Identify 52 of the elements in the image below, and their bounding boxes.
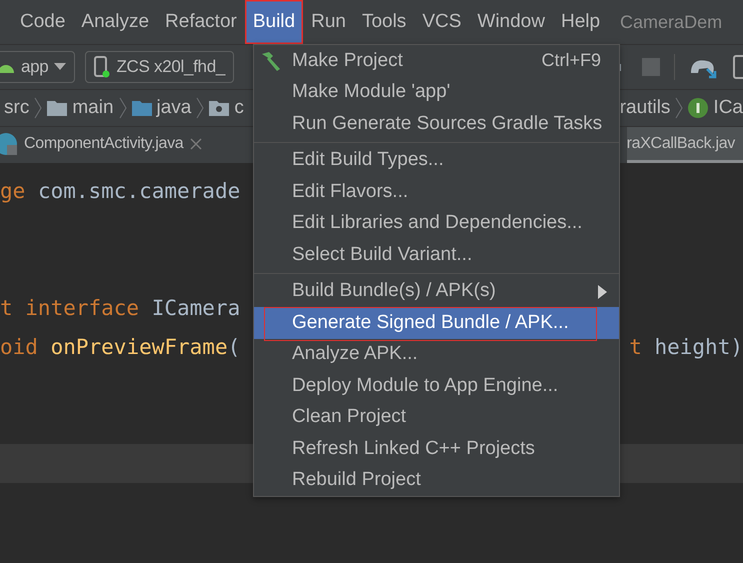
code-text: t interface ICamera xyxy=(0,296,240,320)
close-icon[interactable] xyxy=(189,136,204,150)
menu-item[interactable]: Edit Libraries and Dependencies... xyxy=(254,208,619,239)
interface-icon xyxy=(688,98,708,118)
folder-icon xyxy=(47,100,68,116)
menu-bar-item[interactable]: Code xyxy=(12,0,74,44)
menu-bar-item[interactable]: Help xyxy=(552,0,608,44)
project-title: CameraDem xyxy=(619,10,722,34)
code-text: t height) xyxy=(629,334,743,358)
menu-item[interactable]: Build Bundle(s) / APK(s) xyxy=(254,276,619,307)
phone-icon xyxy=(94,56,110,78)
menu-bar-item[interactable]: Window xyxy=(469,0,553,44)
menu-bar-item[interactable]: VCS xyxy=(414,0,470,44)
menu-item[interactable]: Rebuild Project xyxy=(254,464,619,496)
breadcrumb-item[interactable]: c xyxy=(234,97,244,119)
menu-item[interactable]: Make Project Ctrl+F9 xyxy=(254,45,619,76)
caret-icon xyxy=(54,63,66,71)
code-text: ge com.smc.camerade xyxy=(0,178,240,202)
package-icon xyxy=(209,100,230,116)
menu-item[interactable]: Generate Signed Bundle / APK... xyxy=(254,307,619,338)
menu-item[interactable]: Make Module 'app' xyxy=(254,76,619,108)
menu-item[interactable]: Analyze APK... xyxy=(254,338,619,370)
menu-bar-item[interactable]: Refactor xyxy=(157,0,245,44)
breadcrumb-item[interactable]: src xyxy=(4,97,30,119)
device-dropdown[interactable]: ZCS x20l_fhd_ xyxy=(85,51,234,83)
breadcrumb-item[interactable]: main xyxy=(72,97,114,119)
breadcrumb-item[interactable]: java xyxy=(156,97,192,119)
editor-tab[interactable]: ComponentActivity.java xyxy=(0,127,212,163)
phone-icon[interactable] xyxy=(733,55,743,79)
menu-bar-item[interactable]: Tools xyxy=(354,0,414,44)
menu-bar-item[interactable]: Analyze xyxy=(73,0,158,44)
folder-icon xyxy=(132,100,152,116)
menu-item[interactable]: Select Build Variant... xyxy=(254,239,619,270)
menu-item[interactable]: Edit Build Types... xyxy=(254,144,619,176)
class-icon xyxy=(0,132,18,156)
submenu-arrow-icon xyxy=(598,284,607,298)
breadcrumb-item[interactable]: ICa xyxy=(713,97,743,119)
chevron-icon xyxy=(196,97,204,119)
menu-bar-item[interactable]: Build xyxy=(244,0,304,44)
menu-bar-item[interactable]: Run xyxy=(303,0,354,44)
menu-item[interactable]: Edit Flavors... xyxy=(254,176,619,208)
chevron-icon xyxy=(675,97,684,119)
menu-item[interactable]: Run Generate Sources Gradle Tasks xyxy=(254,108,619,140)
breadcrumb-item[interactable]: rautils xyxy=(620,97,670,119)
run-config-dropdown[interactable]: app xyxy=(0,51,76,83)
menu-item[interactable]: Clean Project xyxy=(254,402,619,433)
menu-item[interactable]: Refresh Linked C++ Projects xyxy=(254,433,619,464)
menu-item[interactable]: Deploy Module to App Engine... xyxy=(254,370,619,402)
chevron-icon xyxy=(118,97,127,119)
code-text: oid onPreviewFrame( xyxy=(0,334,240,358)
editor-tab[interactable]: raXCallBack.jav xyxy=(626,127,743,163)
chevron-icon xyxy=(34,97,42,119)
